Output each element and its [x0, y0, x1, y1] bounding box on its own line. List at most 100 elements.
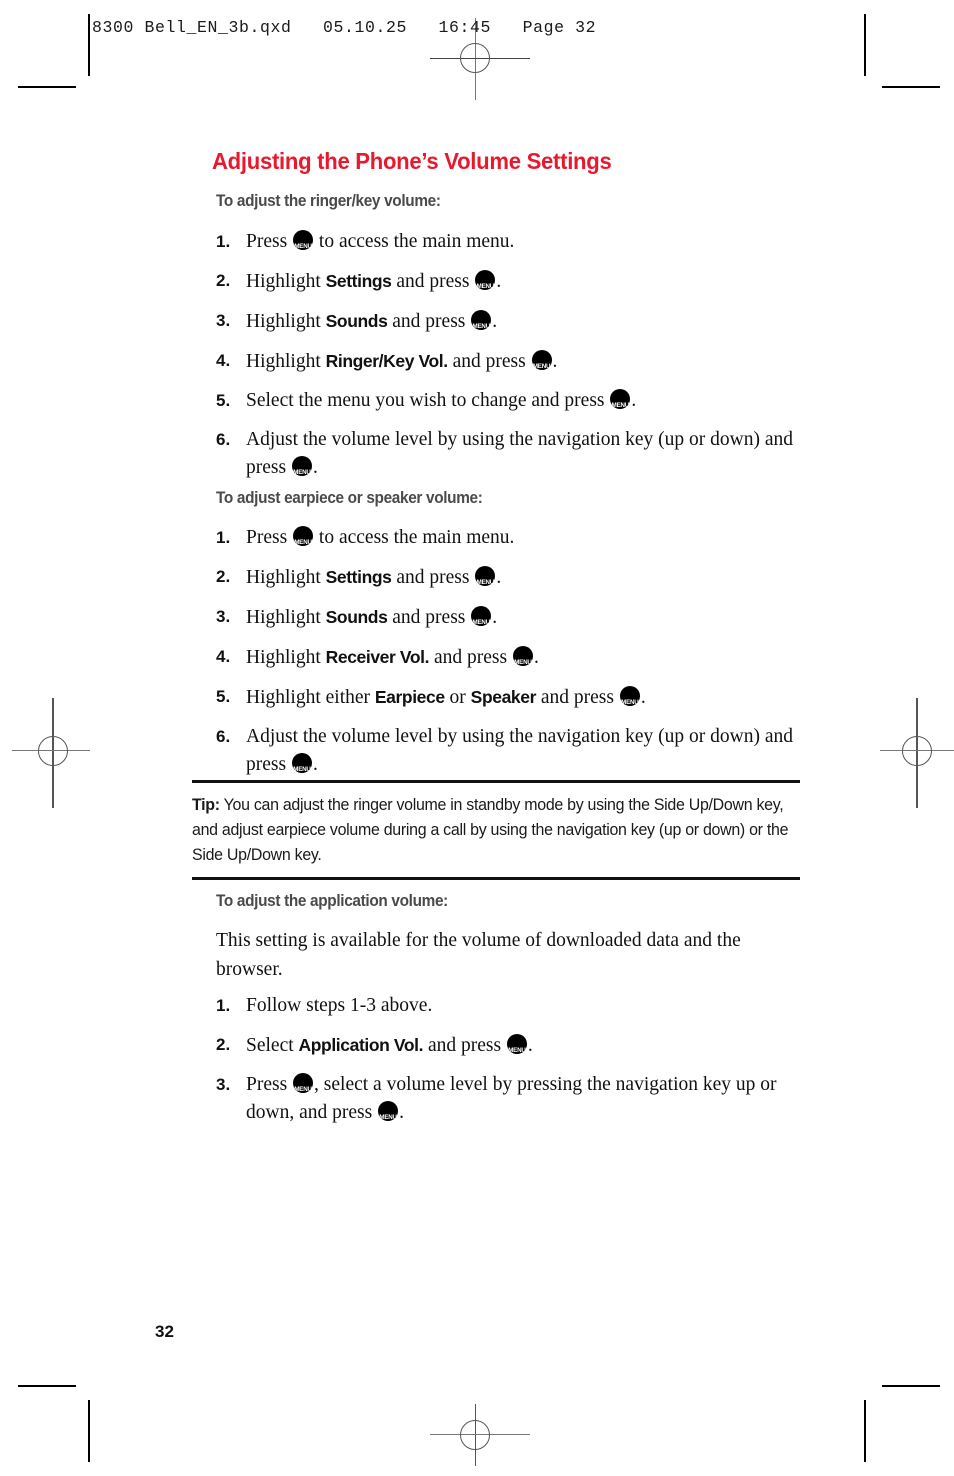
- step-item: 6. Adjust the volume level by using the n…: [216, 426, 816, 482]
- step-item: 2. Select Application Vol. and press MENU…: [216, 1031, 816, 1060]
- menu-key-bottom-label: OK: [471, 321, 491, 331]
- registration-mark-left: [12, 698, 94, 808]
- menu-key-bottom-label: OK: [610, 400, 630, 410]
- menu-key-bottom-label: OK: [475, 577, 495, 587]
- step-text: Adjust the volume level by using the nav…: [246, 726, 793, 775]
- step-text: Highlight Sounds and press MENUOK.: [246, 606, 497, 628]
- crop-mark-top-left-vertical: [88, 14, 90, 76]
- menu-ok-key-icon: MENUOK: [293, 526, 314, 547]
- step-number: 6.: [216, 727, 231, 746]
- crop-mark-top-left-horizontal: [18, 86, 76, 88]
- step-item: 1. Follow steps 1-3 above.: [216, 992, 816, 1020]
- menu-key-bottom-label: OK: [513, 657, 533, 667]
- menu-key-bottom-label: OK: [292, 467, 312, 477]
- menu-key-bottom-label: OK: [475, 281, 495, 291]
- step-list-earpiece-speaker-volume: 1. Press MENUOK to access the main menu. 2…: [216, 524, 816, 790]
- crop-mark-bottom-right-vertical: [864, 1400, 866, 1462]
- tip-label: Tip:: [192, 795, 220, 814]
- step-text: Highlight Sounds and press MENUOK.: [246, 310, 497, 332]
- ui-term: Speaker: [470, 687, 537, 707]
- ui-term: Application Vol.: [298, 1035, 424, 1055]
- step-number: 2.: [216, 567, 231, 586]
- menu-ok-key-icon: MENUOK: [619, 686, 640, 707]
- step-number: 3.: [216, 607, 231, 626]
- step-number: 2.: [216, 271, 231, 290]
- tip-text: Tip: You can adjust the ringer volume in…: [192, 792, 798, 867]
- step-text: Highlight Receiver Vol. and press MENUOK…: [246, 646, 539, 668]
- step-text: Select Application Vol. and press MENUOK…: [246, 1034, 533, 1056]
- step-text: Press MENUOK to access the main menu.: [246, 230, 514, 252]
- ui-term: Sounds: [325, 607, 388, 627]
- crop-mark-top-right-horizontal: [882, 86, 940, 88]
- menu-ok-key-icon: MENUOK: [512, 646, 533, 667]
- step-item: 6. Adjust the volume level by using the n…: [216, 723, 816, 779]
- menu-key-bottom-label: OK: [378, 1112, 398, 1122]
- menu-key-bottom-label: OK: [532, 361, 552, 371]
- menu-ok-key-icon: MENUOK: [291, 753, 312, 773]
- menu-ok-key-icon: MENUOK: [531, 350, 552, 371]
- step-item: 5. Select the menu you wish to change and…: [216, 387, 816, 415]
- menu-ok-key-icon: MENUOK: [475, 270, 496, 291]
- step-text: Select the menu you wish to change and p…: [246, 389, 636, 411]
- ui-term: Settings: [325, 271, 392, 291]
- step-list-ringer-key-volume: 1. Press MENUOK to access the main menu. 2…: [216, 228, 816, 493]
- step-list-application-volume: 1. Follow steps 1-3 above. 2. Select Applic…: [216, 992, 816, 1138]
- step-item: 4. Highlight Receiver Vol. and press MENU…: [216, 643, 816, 672]
- crop-mark-bottom-left-vertical: [88, 1400, 90, 1462]
- step-item: 3. Highlight Sounds and press MENUOK.: [216, 307, 816, 336]
- page-number: 32: [155, 1322, 174, 1341]
- step-item: 2. Highlight Settings and press MENUOK.: [216, 267, 816, 296]
- menu-ok-key-icon: MENUOK: [291, 456, 312, 477]
- menu-ok-key-icon: MENUOK: [471, 606, 492, 627]
- step-item: 3. Press MENUOK, select a volume level by…: [216, 1071, 816, 1127]
- step-text: Highlight Ringer/Key Vol. and press MENU…: [246, 350, 557, 372]
- menu-ok-key-icon: MENUOK: [471, 310, 492, 331]
- step-text: Follow steps 1-3 above.: [246, 995, 433, 1016]
- step-text: Highlight Settings and press MENUOK.: [246, 270, 501, 292]
- application-volume-intro: This setting is available for the volume…: [216, 930, 741, 980]
- step-text: Press MENUOK, select a volume level by p…: [246, 1073, 777, 1123]
- ui-term: Earpiece: [374, 687, 445, 707]
- crop-mark-bottom-right-horizontal: [882, 1385, 940, 1387]
- step-text: Adjust the volume level by using the nav…: [246, 429, 793, 478]
- step-text: Press MENUOK to access the main menu.: [246, 526, 514, 548]
- section-heading-earpiece-speaker-volume: To adjust earpiece or speaker volume:: [216, 489, 483, 507]
- section-heading-ringer-key-volume: To adjust the ringer/key volume:: [216, 192, 441, 210]
- step-number: 4.: [216, 351, 231, 370]
- prepress-header-line: 8300 Bell_EN_3b.qxd 05.10.25 16:45 Page …: [92, 18, 597, 37]
- step-number: 1.: [216, 996, 231, 1015]
- menu-key-bottom-label: OK: [620, 697, 640, 707]
- menu-ok-key-icon: MENUOK: [378, 1101, 399, 1122]
- menu-key-bottom-label: OK: [293, 241, 313, 251]
- menu-ok-key-icon: MENUOK: [475, 566, 496, 587]
- menu-key-bottom-label: OK: [471, 617, 491, 627]
- step-number: 5.: [216, 687, 231, 706]
- section-heading-application-volume: To adjust the application volume:: [216, 892, 448, 910]
- step-number: 1.: [216, 232, 231, 251]
- registration-mark-bottom: [430, 1398, 530, 1476]
- step-text: Highlight either Earpiece or Speaker and…: [246, 686, 646, 708]
- step-number: 2.: [216, 1035, 231, 1054]
- step-item: 3. Highlight Sounds and press MENUOK.: [216, 603, 816, 632]
- menu-ok-key-icon: MENUOK: [293, 1073, 314, 1093]
- step-number: 5.: [216, 391, 231, 410]
- ui-term: Settings: [325, 567, 392, 587]
- ui-term: Receiver Vol.: [325, 647, 430, 667]
- step-item: 1. Press MENUOK to access the main menu.: [216, 524, 816, 552]
- menu-ok-key-icon: MENUOK: [506, 1034, 527, 1055]
- page-title: Adjusting the Phone’s Volume Settings: [212, 148, 612, 174]
- step-number: 1.: [216, 528, 231, 547]
- step-item: 4. Highlight Ringer/Key Vol. and press ME…: [216, 347, 816, 376]
- step-number: 6.: [216, 430, 231, 449]
- menu-ok-key-icon: MENUOK: [610, 389, 631, 410]
- menu-key-bottom-label: OK: [293, 537, 313, 547]
- step-number: 3.: [216, 311, 231, 330]
- tip-box: Tip: You can adjust the ringer volume in…: [192, 780, 800, 880]
- step-text: Highlight Settings and press MENUOK.: [246, 566, 501, 588]
- menu-key-bottom-label: OK: [507, 1045, 527, 1055]
- tip-body: You can adjust the ringer volume in stan…: [192, 795, 789, 864]
- step-item: 5. Highlight either Earpiece or Speaker a…: [216, 683, 816, 712]
- registration-mark-right: [876, 698, 954, 808]
- step-item: 2. Highlight Settings and press MENUOK.: [216, 563, 816, 592]
- ui-term: Ringer/Key Vol.: [325, 351, 448, 371]
